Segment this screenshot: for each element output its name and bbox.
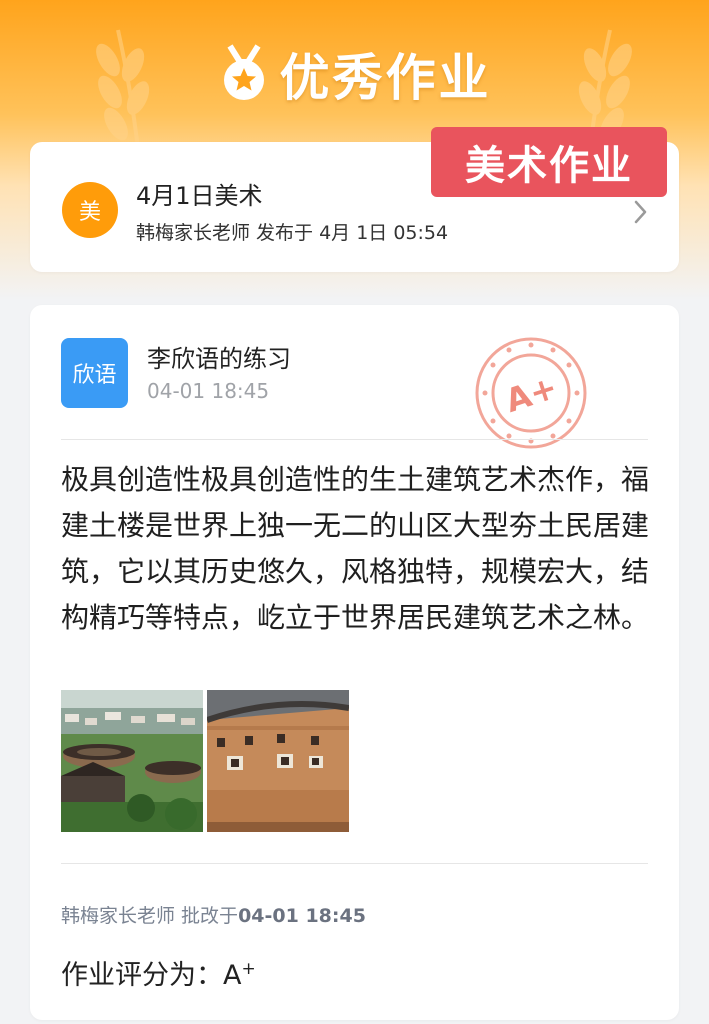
grade-stamp-text: A+ [501,368,562,420]
score-grade: A [223,960,242,991]
score-label: 作业评分为： [61,960,223,991]
divider [61,863,648,864]
review-teacher: 韩梅家长老师 [61,905,176,927]
chevron-right-icon[interactable] [631,197,651,227]
submission-photo[interactable] [207,690,349,832]
subject-avatar: 美 [62,182,118,238]
review-info: 韩梅家长老师 批改于04-01 18:45 [61,901,366,928]
submission-content: 极具创造性极具创造性的生土建筑艺术杰作，福建土楼是世界上独一无二的山区大型夯土民… [61,463,650,634]
score-suffix: + [241,959,256,979]
review-action: 批改于 [175,905,239,927]
score-line: 作业评分为：A+ [61,953,256,992]
review-time: 04-01 18:45 [238,905,366,927]
medal-icon [223,44,264,100]
student-avatar[interactable]: 欣语 [61,338,128,408]
art-homework-tag: 美术作业 [431,127,667,197]
submission-card: 欣语 李欣语的练习 04-01 18:45 A+ 极具创造性极具创造性的生土建筑… [30,305,679,1020]
submission-photo[interactable] [61,690,203,832]
divider [61,439,648,440]
assignment-title: 4月1日美术 [136,182,263,210]
submit-time: 04-01 18:45 [147,379,270,403]
brand-header: 优秀作业 [0,34,709,114]
assignment-meta: 韩梅家长老师 发布于 4月 1日 05:54 [136,222,449,244]
grade-stamp-icon: A+ [475,337,587,449]
brand-title: 优秀作业 [279,49,492,107]
student-exercise-title: 李欣语的练习 [147,345,291,373]
